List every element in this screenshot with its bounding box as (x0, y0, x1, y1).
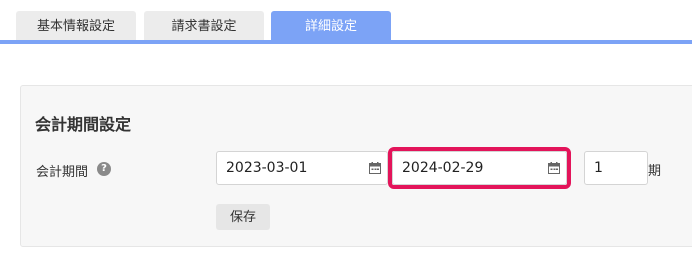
start-date-value: 2023-03-01 (226, 160, 308, 176)
tab-basic-info[interactable]: 基本情報設定 (16, 11, 136, 42)
period-number-input[interactable]: 1 (584, 151, 648, 185)
calendar-icon[interactable] (369, 162, 381, 174)
accounting-period-label: 会計期間 (36, 165, 89, 180)
section-title: 会計期間設定 (35, 115, 132, 134)
period-unit-label: 期 (648, 164, 662, 179)
save-button[interactable]: 保存 (216, 204, 270, 230)
tab-invoice-settings[interactable]: 請求書設定 (144, 11, 264, 42)
tab-underline (0, 40, 692, 44)
period-number-value: 1 (594, 160, 603, 176)
tab-advanced-settings[interactable]: 詳細設定 (271, 11, 391, 42)
start-date-input[interactable]: 2023-03-01 (216, 151, 388, 185)
end-date-highlight (388, 147, 571, 189)
help-icon[interactable]: ? (97, 162, 111, 176)
tab-bar: 基本情報設定 請求書設定 詳細設定 (0, 0, 692, 44)
